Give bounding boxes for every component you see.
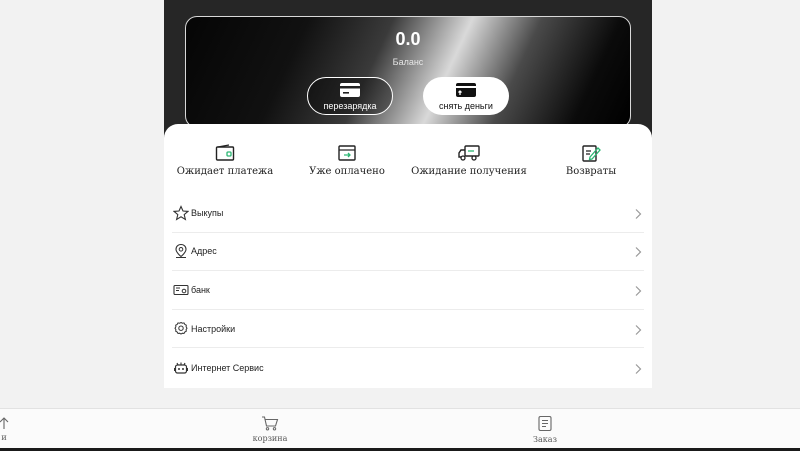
order-status-row: Ожидает платежа Уже оплачено Ожидание по… <box>164 144 652 184</box>
tab-cart[interactable]: корзина <box>245 409 295 449</box>
paid-box-icon <box>338 145 356 161</box>
chevron-right-icon <box>632 323 644 335</box>
menu-item-online-service[interactable]: Интернет Сервис <box>172 348 644 387</box>
withdraw-card-icon <box>456 82 476 97</box>
chevron-right-icon <box>632 245 644 258</box>
chevron-right-icon <box>632 284 644 296</box>
tab-orders[interactable]: Заказ <box>520 409 570 449</box>
menu-item-label: Интернет Сервис <box>191 362 264 373</box>
clipboard-icon <box>538 415 552 431</box>
order-label: Уже оплачено <box>309 166 385 177</box>
recharge-button[interactable]: перезарядка <box>307 77 393 115</box>
balance-amount: 0.0 <box>395 29 421 49</box>
tab-label: и <box>1 433 7 442</box>
account-panel: Ожидает платежа Уже оплачено Ожидание по… <box>164 124 652 388</box>
delivery-truck-icon <box>458 145 480 161</box>
recharge-label: перезарядка <box>323 100 377 111</box>
withdraw-label: снять деньги <box>439 100 493 111</box>
balance-label: Баланс <box>392 57 424 67</box>
chevron-right-icon <box>632 207 644 219</box>
cart-icon <box>262 416 279 431</box>
order-returns[interactable]: Возвраты <box>530 144 652 184</box>
bottom-tab-bar: и корзина Заказ <box>0 408 800 448</box>
withdraw-button[interactable]: снять деньги <box>423 77 509 115</box>
menu-item-buyouts[interactable]: Выкупы <box>172 194 644 233</box>
gear-icon <box>172 320 190 338</box>
order-label: Возвраты <box>565 166 617 177</box>
account-menu: Выкупы Адрес банк Настройки Интернет Сер… <box>172 194 644 387</box>
menu-item-label: банк <box>191 284 210 295</box>
order-awaiting-receipt[interactable]: Ожидание получения <box>408 144 530 184</box>
arrow-up-icon <box>0 417 9 429</box>
bank-card-icon <box>172 281 190 299</box>
card-icon <box>340 82 360 97</box>
wallet-icon <box>215 144 235 161</box>
order-awaiting-payment[interactable]: Ожидает платежа <box>164 144 286 184</box>
location-pin-icon <box>172 242 190 260</box>
order-label: Ожидает платежа <box>176 166 274 177</box>
menu-item-label: Выкупы <box>191 207 224 218</box>
menu-item-bank[interactable]: банк <box>172 271 644 310</box>
menu-item-settings[interactable]: Настройки <box>172 310 644 349</box>
tab-label: Заказ <box>533 434 557 444</box>
tab-home[interactable]: и <box>0 409 14 449</box>
return-edit-icon <box>582 145 601 162</box>
menu-item-label: Настройки <box>191 323 236 334</box>
menu-item-label: Адрес <box>191 246 217 257</box>
chevron-right-icon <box>632 362 644 374</box>
app-screen: 0.0 Баланс перезарядка снять деньги Ожид… <box>164 0 652 388</box>
star-icon <box>172 204 190 222</box>
tab-label: корзина <box>252 434 288 443</box>
order-label: Ожидание получения <box>411 166 527 177</box>
order-paid[interactable]: Уже оплачено <box>286 144 408 184</box>
balance-card: 0.0 Баланс перезарядка снять деньги <box>185 16 631 128</box>
robot-service-icon <box>172 359 190 377</box>
menu-item-address[interactable]: Адрес <box>172 233 644 272</box>
